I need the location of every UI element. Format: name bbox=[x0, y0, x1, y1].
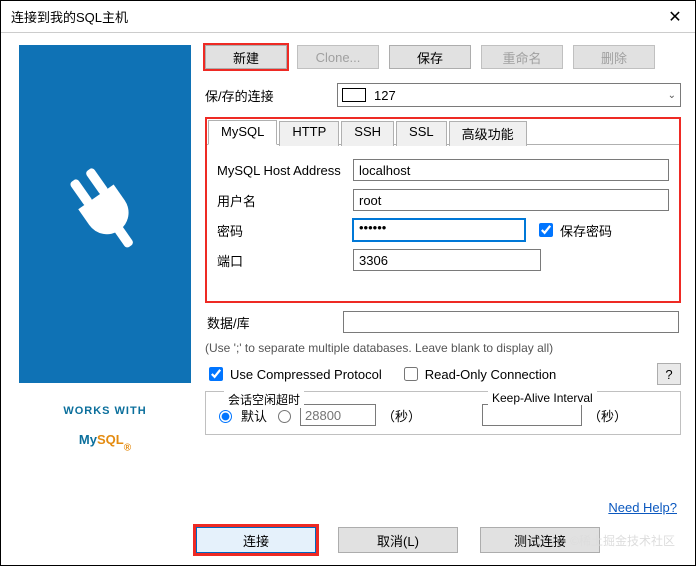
user-label: 用户名 bbox=[217, 191, 353, 210]
keepalive-title: Keep-Alive Interval bbox=[488, 391, 597, 405]
compressed-checkbox[interactable]: Use Compressed Protocol bbox=[205, 364, 382, 384]
user-input[interactable] bbox=[353, 189, 669, 211]
clone-button: Clone... bbox=[297, 45, 379, 69]
database-label: 数据/库 bbox=[207, 313, 343, 332]
mysql-logo: WORKS WITH MySQL® bbox=[19, 385, 191, 473]
cancel-button[interactable]: 取消(L) bbox=[338, 527, 458, 553]
close-button[interactable]: ✕ bbox=[655, 1, 695, 33]
saved-connection-select[interactable]: 127 ⌄ bbox=[337, 83, 681, 107]
connection-color-swatch bbox=[342, 88, 366, 102]
idle-timeout-title: 会话空闲超时 bbox=[224, 391, 304, 408]
host-input[interactable] bbox=[353, 159, 669, 181]
tab-ssh[interactable]: SSH bbox=[341, 121, 394, 146]
connect-button[interactable]: 连接 bbox=[196, 527, 316, 553]
password-label: 密码 bbox=[217, 221, 353, 240]
delete-button: 删除 bbox=[573, 45, 655, 69]
password-input[interactable]: •••••• bbox=[353, 219, 525, 241]
save-password-checkbox[interactable]: 保存密码 bbox=[535, 220, 612, 240]
tab-mysql[interactable]: MySQL bbox=[208, 120, 277, 145]
new-button[interactable]: 新建 bbox=[205, 45, 287, 69]
app-logo-panel bbox=[19, 45, 191, 383]
idle-custom-radio[interactable] bbox=[273, 407, 294, 423]
database-input[interactable] bbox=[343, 311, 679, 333]
database-hint: (Use ';' to separate multiple databases.… bbox=[205, 341, 681, 355]
save-button[interactable]: 保存 bbox=[389, 45, 471, 69]
host-label: MySQL Host Address bbox=[217, 163, 353, 178]
test-connection-button[interactable]: 测试连接 bbox=[480, 527, 600, 553]
port-input[interactable] bbox=[353, 249, 541, 271]
help-button[interactable]: ? bbox=[657, 363, 681, 385]
idle-seconds-input[interactable] bbox=[300, 404, 376, 426]
need-help-link[interactable]: Need Help? bbox=[608, 500, 677, 515]
saved-connection-label: 保/存的连接 bbox=[205, 86, 337, 105]
rename-button: 重命名 bbox=[481, 45, 563, 69]
idle-default-radio[interactable]: 默认 bbox=[214, 406, 267, 425]
tab-http[interactable]: HTTP bbox=[279, 121, 339, 146]
plug-icon bbox=[45, 154, 165, 274]
tab-advanced[interactable]: 高级功能 bbox=[449, 121, 527, 146]
window-title: 连接到我的SQL主机 bbox=[11, 7, 128, 26]
readonly-checkbox[interactable]: Read-Only Connection bbox=[400, 364, 557, 384]
tab-ssl[interactable]: SSL bbox=[396, 121, 447, 146]
keepalive-input[interactable] bbox=[482, 404, 582, 426]
port-label: 端口 bbox=[217, 251, 353, 270]
chevron-down-icon: ⌄ bbox=[668, 90, 676, 101]
